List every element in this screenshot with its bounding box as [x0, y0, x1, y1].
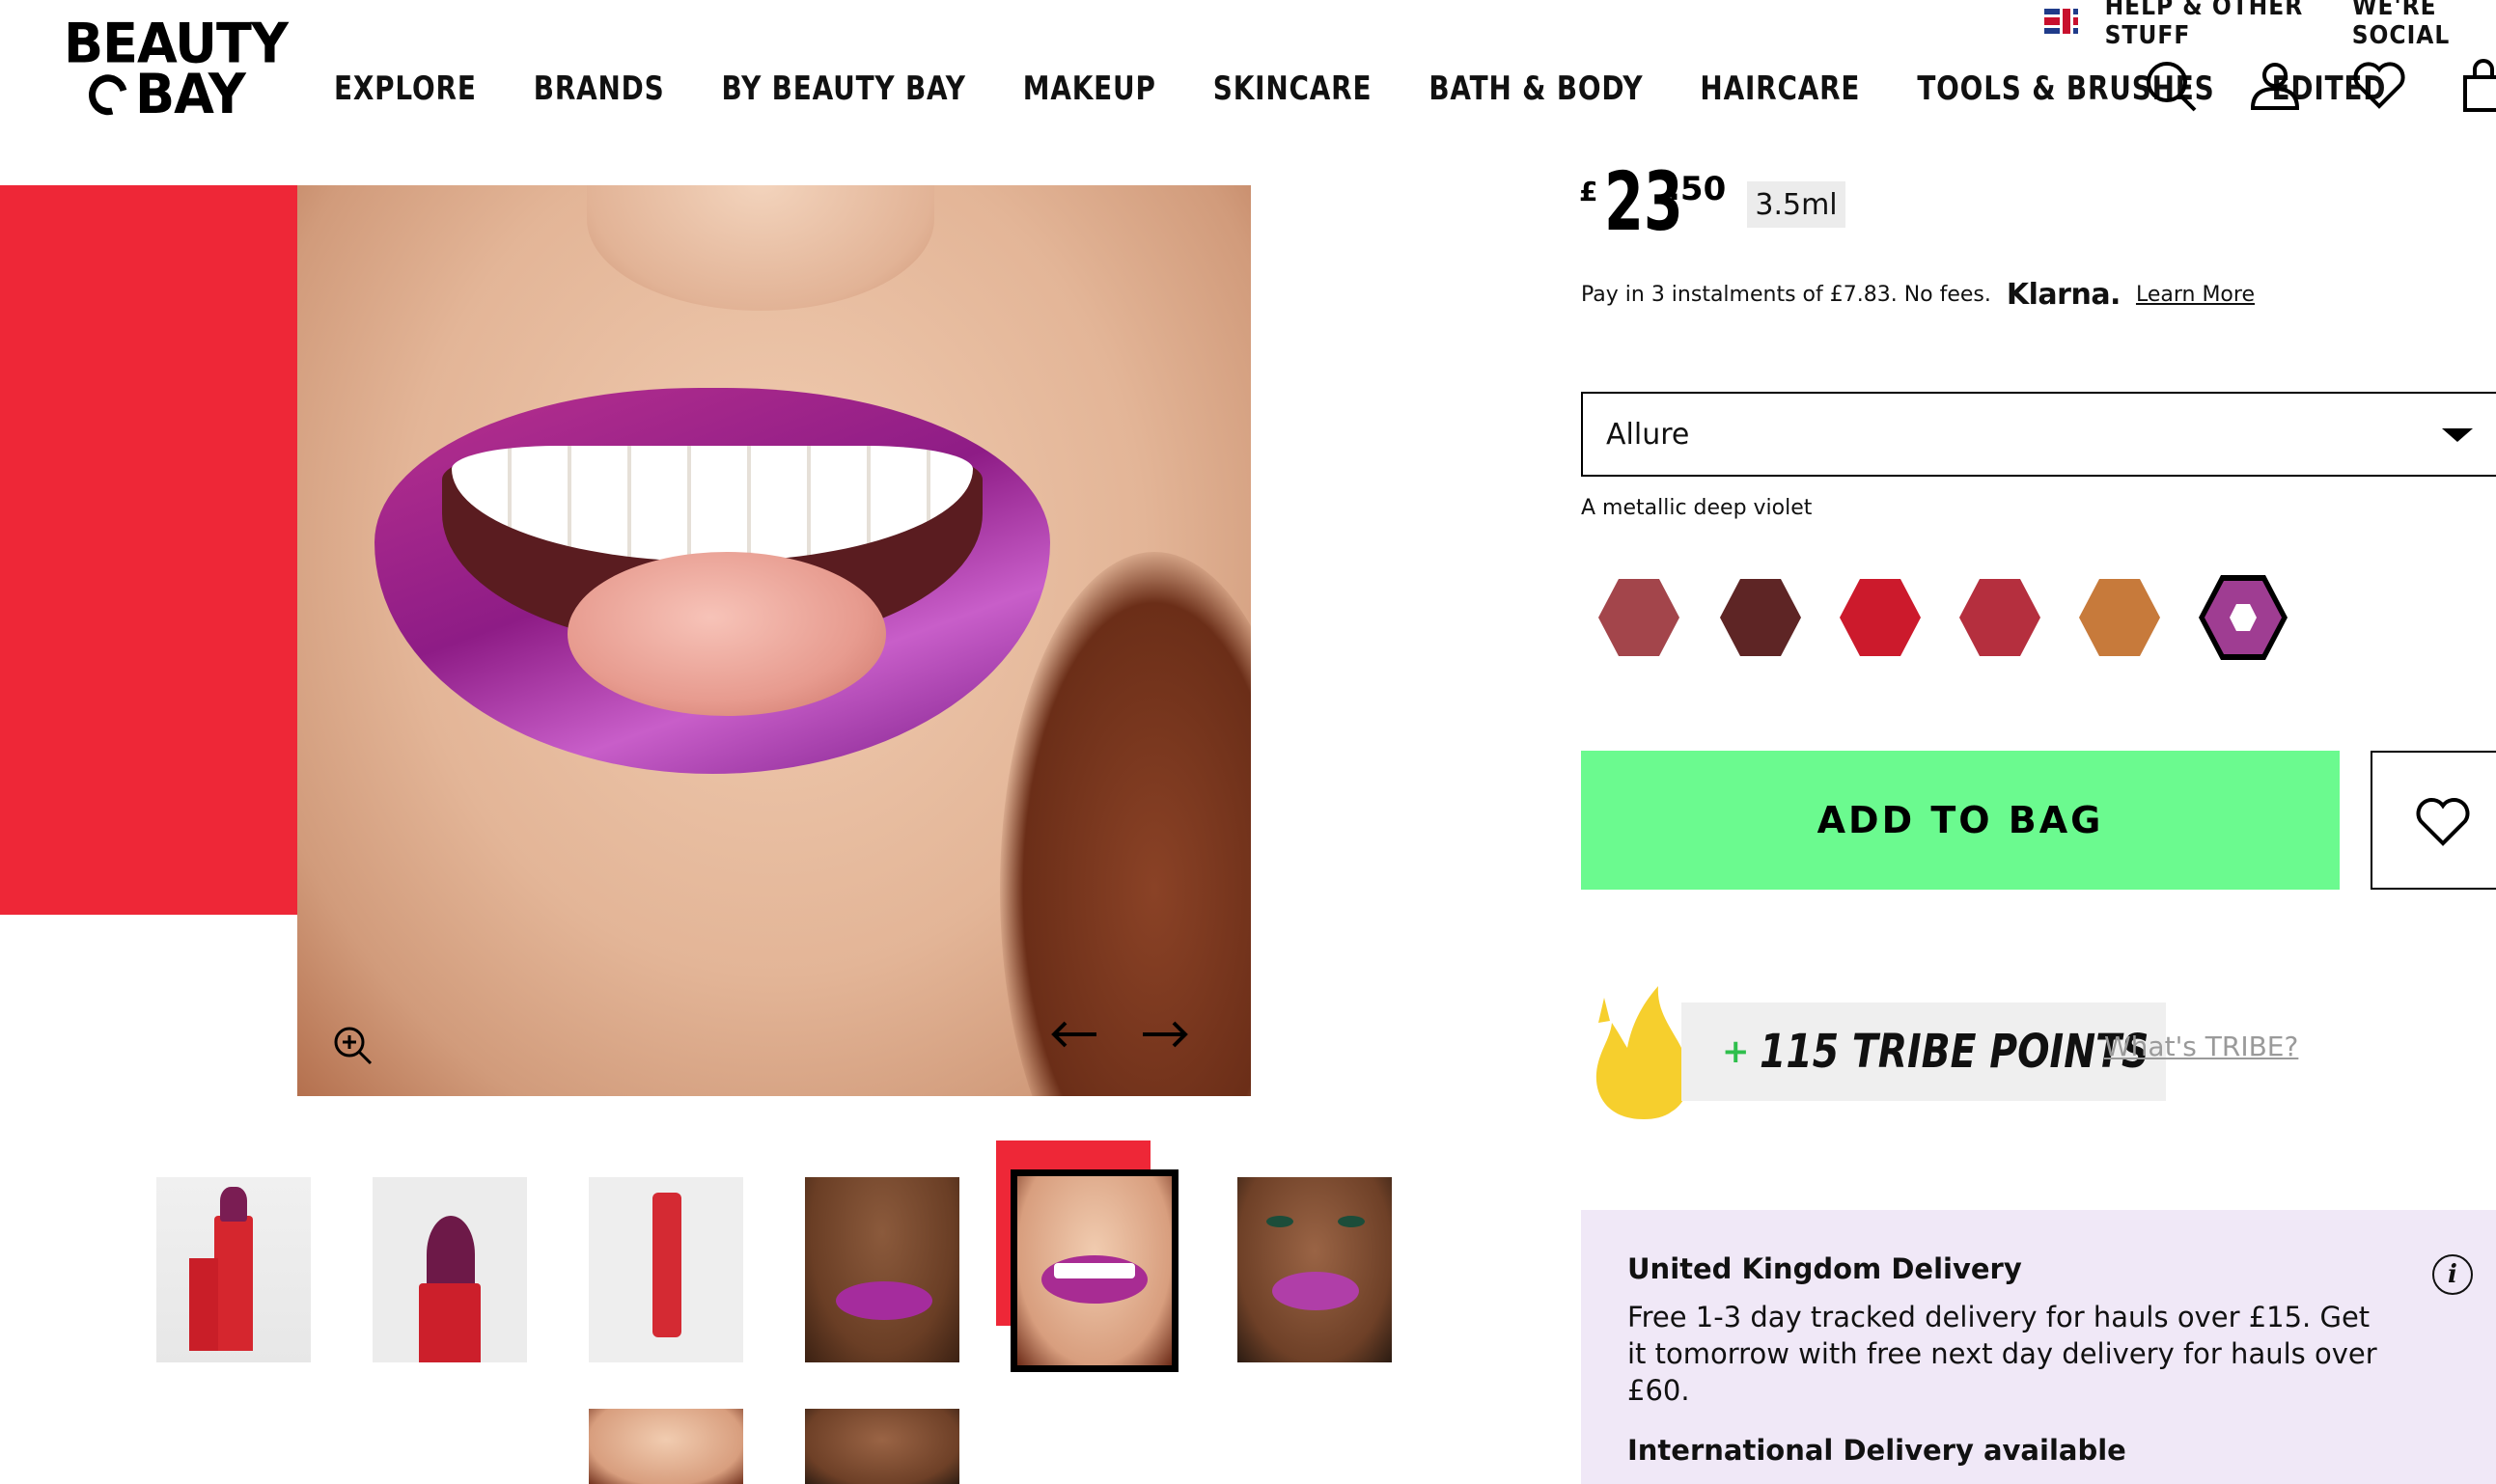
thumb-lipstick-closed [652, 1193, 681, 1337]
international-delivery: International Delivery available [1627, 1434, 2126, 1467]
shade-select-value: Allure [1606, 417, 1690, 452]
add-to-bag-button[interactable]: ADD TO BAG [1581, 751, 2340, 890]
nav-haircare[interactable]: HAIRCARE [1700, 69, 1860, 108]
search-icon[interactable] [2143, 58, 2199, 114]
utility-bar: HELP & OTHER STUFF WE'RE SOCIAL [2044, 0, 2496, 50]
add-to-wishlist-button[interactable] [2371, 751, 2496, 890]
nav-explore[interactable]: EXPLORE [334, 69, 477, 108]
hero-tongue [568, 552, 886, 716]
nav-skincare[interactable]: SKINCARE [1213, 69, 1373, 108]
thumbnail-8[interactable] [805, 1409, 959, 1484]
swatch-1[interactable] [1598, 579, 1679, 656]
swatch-3[interactable] [1840, 579, 1921, 656]
prev-arrow-icon[interactable] [1050, 1015, 1098, 1054]
logo-line2: BAY [135, 62, 246, 126]
thumb-lipstick-tube [419, 1283, 481, 1362]
header-icons [2143, 58, 2496, 114]
thumbnail-1[interactable] [156, 1177, 311, 1362]
nav-makeup[interactable]: MAKEUP [1023, 69, 1156, 108]
thumbnail-3[interactable] [589, 1177, 743, 1362]
next-arrow-icon[interactable] [1141, 1015, 1189, 1054]
social-link[interactable]: WE'RE SOCIAL [2352, 0, 2496, 50]
delivery-title: United Kingdom Delivery [1627, 1252, 2022, 1285]
delivery-body: Free 1-3 day tracked delivery for hauls … [1627, 1301, 2377, 1407]
uk-flag-icon[interactable] [2044, 9, 2078, 34]
nav-by-beauty-bay[interactable]: BY BEAUTY BAY [722, 69, 966, 108]
thumbnail-4[interactable] [805, 1177, 959, 1362]
thumb-lipstick-tube [214, 1216, 253, 1351]
swatch-5[interactable] [2079, 579, 2160, 656]
heart-icon [2416, 798, 2470, 846]
tribe-points: + 115 TRIBE POINTS [1591, 982, 2166, 1121]
thumb-eye [1266, 1216, 1293, 1227]
size-badge: 3.5ml [1747, 181, 1845, 228]
bag-icon[interactable] [2455, 58, 2496, 114]
image-carousel-arrows [1050, 1015, 1189, 1054]
thumbnail-5-selected[interactable] [1011, 1169, 1179, 1372]
thumb-lipstick-bullet [220, 1187, 247, 1222]
tribe-points-pill: + 115 TRIBE POINTS [1681, 1003, 2166, 1101]
chevron-down-icon [2442, 428, 2473, 442]
info-icon[interactable]: i [2432, 1254, 2473, 1295]
thumb-teeth [1054, 1263, 1135, 1278]
thumbnail-2[interactable] [373, 1177, 527, 1362]
thumbnail-6[interactable] [1237, 1177, 1392, 1362]
wishlist-heart-icon[interactable] [2351, 58, 2407, 114]
swatch-2[interactable] [1720, 579, 1801, 656]
nav-brands[interactable]: BRANDS [534, 69, 665, 108]
klarna-learn-more[interactable]: Learn More [2136, 283, 2255, 307]
tribe-points-value: 115 TRIBE POINTS [1759, 1025, 2149, 1079]
thumb-eye [1338, 1216, 1365, 1227]
beauty-bay-logo[interactable]: BEAUTY BAY [64, 16, 289, 126]
thumbnail-gallery [156, 1140, 1411, 1484]
swatch-4[interactable] [1959, 579, 2040, 656]
help-link[interactable]: HELP & OTHER STUFF [2105, 0, 2325, 50]
main-nav: EXPLORE BRANDS BY BEAUTY BAY MAKEUP SKIN… [334, 69, 2386, 108]
zoom-in-icon[interactable] [332, 1025, 373, 1065]
shade-select[interactable]: Allure [1581, 392, 2496, 477]
account-icon[interactable] [2247, 58, 2303, 114]
thumb-lip [836, 1281, 932, 1320]
klarna-logo: Klarna. [2006, 278, 2122, 312]
klarna-row: Pay in 3 instalments of £7.83. No fees. … [1581, 278, 2255, 312]
klarna-text: Pay in 3 instalments of £7.83. No fees. [1581, 283, 1991, 307]
price-pence: .50 [1668, 170, 1727, 208]
thumb-lipstick-bullet [427, 1216, 475, 1293]
thumb-lipstick-cap [189, 1258, 218, 1351]
whats-tribe-link[interactable]: What's TRIBE? [2104, 1031, 2298, 1062]
swatch-6-selected[interactable] [2199, 575, 2288, 660]
decorative-red-block [0, 185, 297, 915]
shade-swatches [1598, 575, 2293, 666]
plus-sign: + [1722, 1032, 1750, 1071]
product-main-image[interactable] [297, 185, 1251, 1096]
price-currency: £ [1579, 176, 1598, 207]
nav-bath-body[interactable]: BATH & BODY [1428, 69, 1643, 108]
thumb-lip [1272, 1272, 1359, 1310]
delivery-info-box: United Kingdom Delivery Free 1-3 day tra… [1581, 1210, 2496, 1484]
shade-description: A metallic deep violet [1581, 496, 1813, 520]
thumbnail-7[interactable] [589, 1409, 743, 1484]
hero-nose [587, 185, 934, 311]
